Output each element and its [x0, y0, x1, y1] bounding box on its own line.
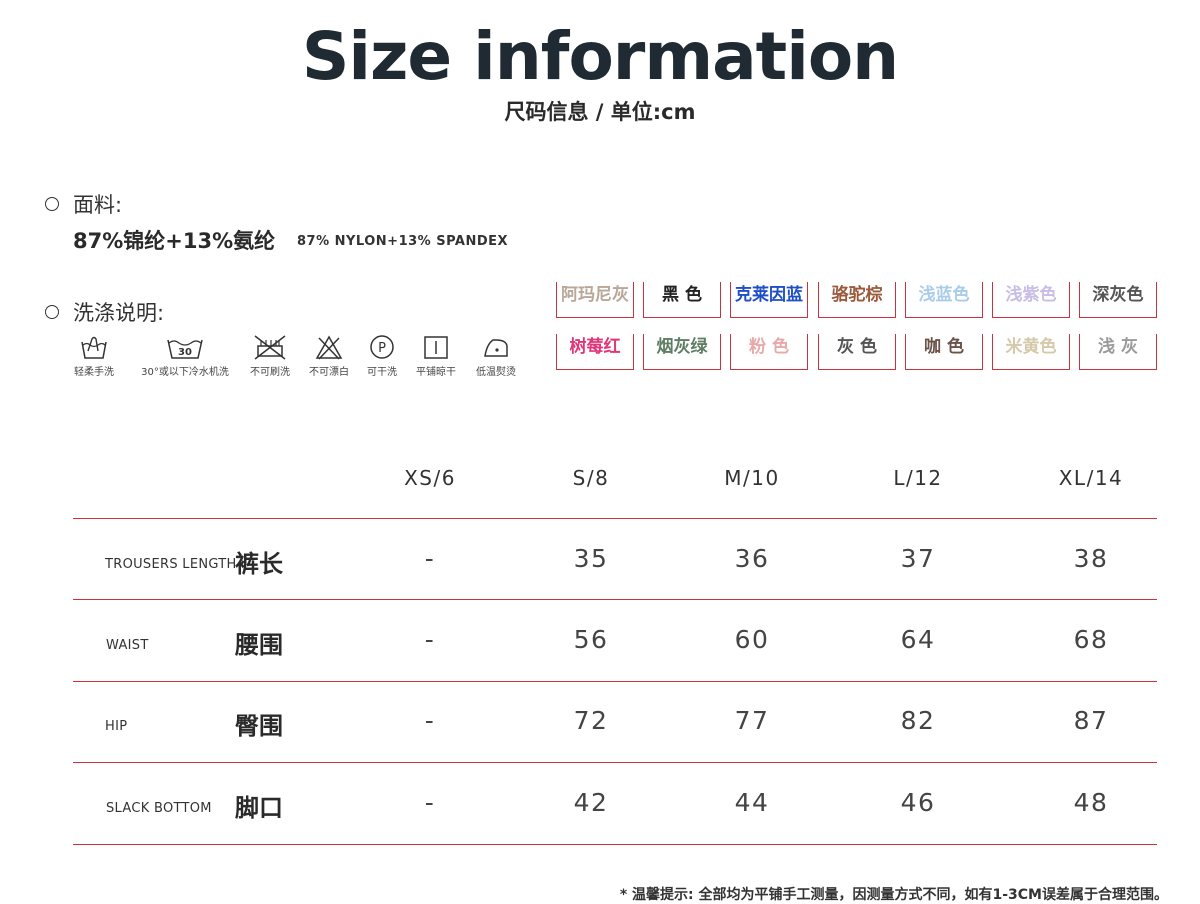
table-cell: - [424, 788, 436, 817]
table-cell: 87 [1073, 706, 1109, 735]
row-label-cn: 裤长 [235, 550, 283, 578]
care-label: 洗涤说明: [73, 301, 165, 325]
care-text: 不可漂白 [309, 367, 349, 378]
low-iron-icon [484, 339, 508, 357]
hand-wash-icon [81, 336, 107, 359]
care-text: 不可刷洗 [250, 367, 290, 378]
fabric-composition-en: 87% NYLON+13% SPANDEX [297, 234, 509, 249]
color-swatch: 浅紫色 [992, 282, 1070, 318]
row-label-en: WAIST [106, 638, 149, 653]
table-cell: 60 [734, 625, 770, 654]
row-label-cn: 臀围 [235, 712, 283, 740]
row-label-en: TROUSERS LENGTH [105, 557, 237, 572]
care-item-line-dry: 平铺晾干 [406, 330, 466, 378]
table-cell: 37 [900, 544, 936, 573]
column-header-xl: XL/14 [1058, 466, 1124, 490]
line-dry-icon [424, 336, 448, 359]
care-text: 平铺晾干 [416, 367, 456, 378]
table-cell: - [424, 544, 436, 573]
table-cell: 48 [1073, 788, 1109, 817]
color-swatch: 浅 灰 [1079, 334, 1157, 370]
color-swatch: 树莓红 [556, 334, 634, 370]
care-text: 30°或以下冷水机洗 [141, 367, 229, 378]
color-swatch: 骆驼棕 [818, 282, 896, 318]
no-brush-icon [254, 335, 286, 360]
fabric-composition-cn: 87%锦纶+13%氨纶 [73, 229, 276, 253]
column-header-l: L/12 [893, 466, 943, 490]
table-cell: 82 [900, 706, 936, 735]
table-cell: 68 [1073, 625, 1109, 654]
wash-temperature: 30 [178, 347, 192, 358]
column-header-s: S/8 [572, 466, 610, 490]
row-label-en: SLACK BOTTOM [106, 801, 212, 816]
machine-wash-30-icon: 30 [167, 339, 203, 359]
page-subtitle: 尺码信息 / 单位:cm [504, 100, 696, 124]
care-item-machine-wash: 30 30°或以下冷水机洗 [130, 330, 240, 378]
column-header-xs: XS/6 [404, 466, 456, 490]
no-bleach-icon [315, 335, 343, 360]
care-item-dry-clean: P 可干洗 [358, 330, 406, 378]
table-cell: - [424, 706, 436, 735]
measurement-note: * 温馨提示: 全部均为平铺手工测量，因测量方式不同，如有1-3CM误差属于合理… [619, 887, 1168, 903]
color-swatch: 咖 色 [905, 334, 983, 370]
table-cell: 44 [734, 788, 770, 817]
table-cell: 35 [573, 544, 609, 573]
row-label-en: HIP [105, 719, 128, 734]
table-cell: 64 [900, 625, 936, 654]
table-cell: 38 [1073, 544, 1109, 573]
care-bullet-icon [45, 305, 59, 319]
dry-clean-letter: P [378, 341, 386, 356]
fabric-label: 面料: [73, 193, 123, 217]
row-label-cn: 脚口 [235, 794, 283, 822]
color-swatch: 黑 色 [643, 282, 721, 318]
care-text: 可干洗 [367, 367, 397, 378]
table-cell: - [424, 625, 436, 654]
row-label-cn: 腰围 [235, 631, 283, 659]
care-item-hand-wash: 轻柔手洗 [58, 330, 130, 378]
color-swatch: 米黄色 [992, 334, 1070, 370]
table-cell: 77 [734, 706, 770, 735]
table-divider [73, 762, 1157, 763]
table-divider [73, 681, 1157, 682]
color-swatch: 灰 色 [818, 334, 896, 370]
table-cell: 46 [900, 788, 936, 817]
care-text: 轻柔手洗 [74, 367, 114, 378]
table-divider [73, 844, 1157, 845]
table-divider [73, 599, 1157, 600]
table-cell: 72 [573, 706, 609, 735]
fabric-bullet-icon [45, 197, 59, 211]
page-title: Size information [301, 18, 899, 95]
table-cell: 42 [573, 788, 609, 817]
table-cell: 36 [734, 544, 770, 573]
dry-clean-icon: P [370, 335, 394, 359]
table-divider [73, 518, 1157, 519]
color-swatch: 烟灰绿 [643, 334, 721, 370]
care-item-no-bleach: 不可漂白 [300, 330, 358, 378]
care-text: 低温熨烫 [476, 367, 516, 378]
color-swatch: 深灰色 [1079, 282, 1157, 318]
column-header-m: M/10 [724, 466, 780, 490]
color-swatch: 粉 色 [730, 334, 808, 370]
table-cell: 56 [573, 625, 609, 654]
color-swatch: 克莱因蓝 [730, 282, 808, 318]
care-item-low-iron: 低温熨烫 [466, 330, 526, 378]
color-swatch: 阿玛尼灰 [556, 282, 634, 318]
care-icons-row: 轻柔手洗 30 30°或以下冷水机洗 不可刷洗 不可漂白 P 可干洗 平铺晾干 … [58, 330, 526, 378]
care-item-no-brush: 不可刷洗 [240, 330, 300, 378]
color-swatch: 浅蓝色 [905, 282, 983, 318]
